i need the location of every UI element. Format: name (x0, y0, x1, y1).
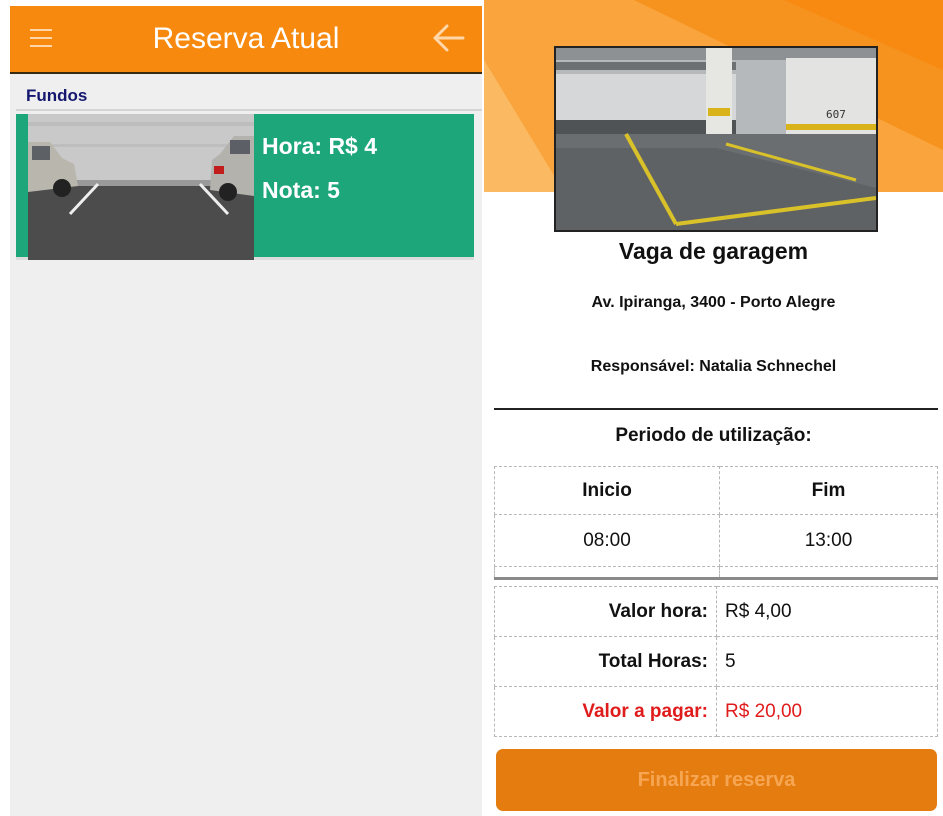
divider (494, 408, 938, 410)
summary-table: Valor hora: R$ 4,00 Total Horas: 5 Valor… (494, 586, 938, 737)
parking-photo (28, 114, 254, 260)
address: Av. Ipiranga, 3400 - Porto Alegre (591, 294, 836, 311)
total-hours-label: Total Horas: (494, 636, 717, 687)
period-label: Periodo de utilização: (615, 425, 812, 446)
garage-photo: 607 (554, 46, 878, 232)
page-title: Reserva Atual (152, 22, 340, 55)
section-label: Fundos (26, 86, 88, 105)
total-hours-value: 5 (716, 636, 938, 687)
end-time: 13:00 (719, 514, 938, 567)
left-screen: Reserva Atual Fundos Hora: R$ 4 Nota: 5 (10, 6, 482, 816)
garage-number: 607 (826, 108, 846, 121)
card-info: Hora: R$ 4 Nota: 5 (262, 124, 377, 212)
hour-rate-label: Valor hora: (494, 586, 717, 637)
right-screen: 607 Vaga de garagem Av. Ipiranga, 3400 -… (484, 0, 943, 816)
amount-label: Valor a pagar: (494, 686, 717, 737)
amount-value: R$ 20,00 (716, 686, 938, 737)
place-title: Vaga de garagem (618, 238, 809, 264)
app-bar: Reserva Atual (10, 6, 482, 74)
hour-rate-value: R$ 4,00 (716, 586, 938, 637)
arrow-left-icon[interactable] (430, 22, 466, 54)
start-time: 08:00 (494, 514, 720, 567)
card-hour-price: Hora: R$ 4 (262, 133, 378, 159)
end-header: Fim (719, 466, 938, 515)
start-header: Inicio (494, 466, 720, 515)
owner-name: Responsável: Natalia Schnechel (590, 358, 837, 375)
card-rating: Nota: 5 (262, 177, 340, 203)
divider (16, 109, 482, 111)
finish-reservation-button[interactable]: Finalizar reserva (496, 749, 937, 811)
parking-card[interactable]: Hora: R$ 4 Nota: 5 (16, 114, 474, 260)
period-table: Inicio Fim 08:00 13:00 (494, 466, 938, 580)
